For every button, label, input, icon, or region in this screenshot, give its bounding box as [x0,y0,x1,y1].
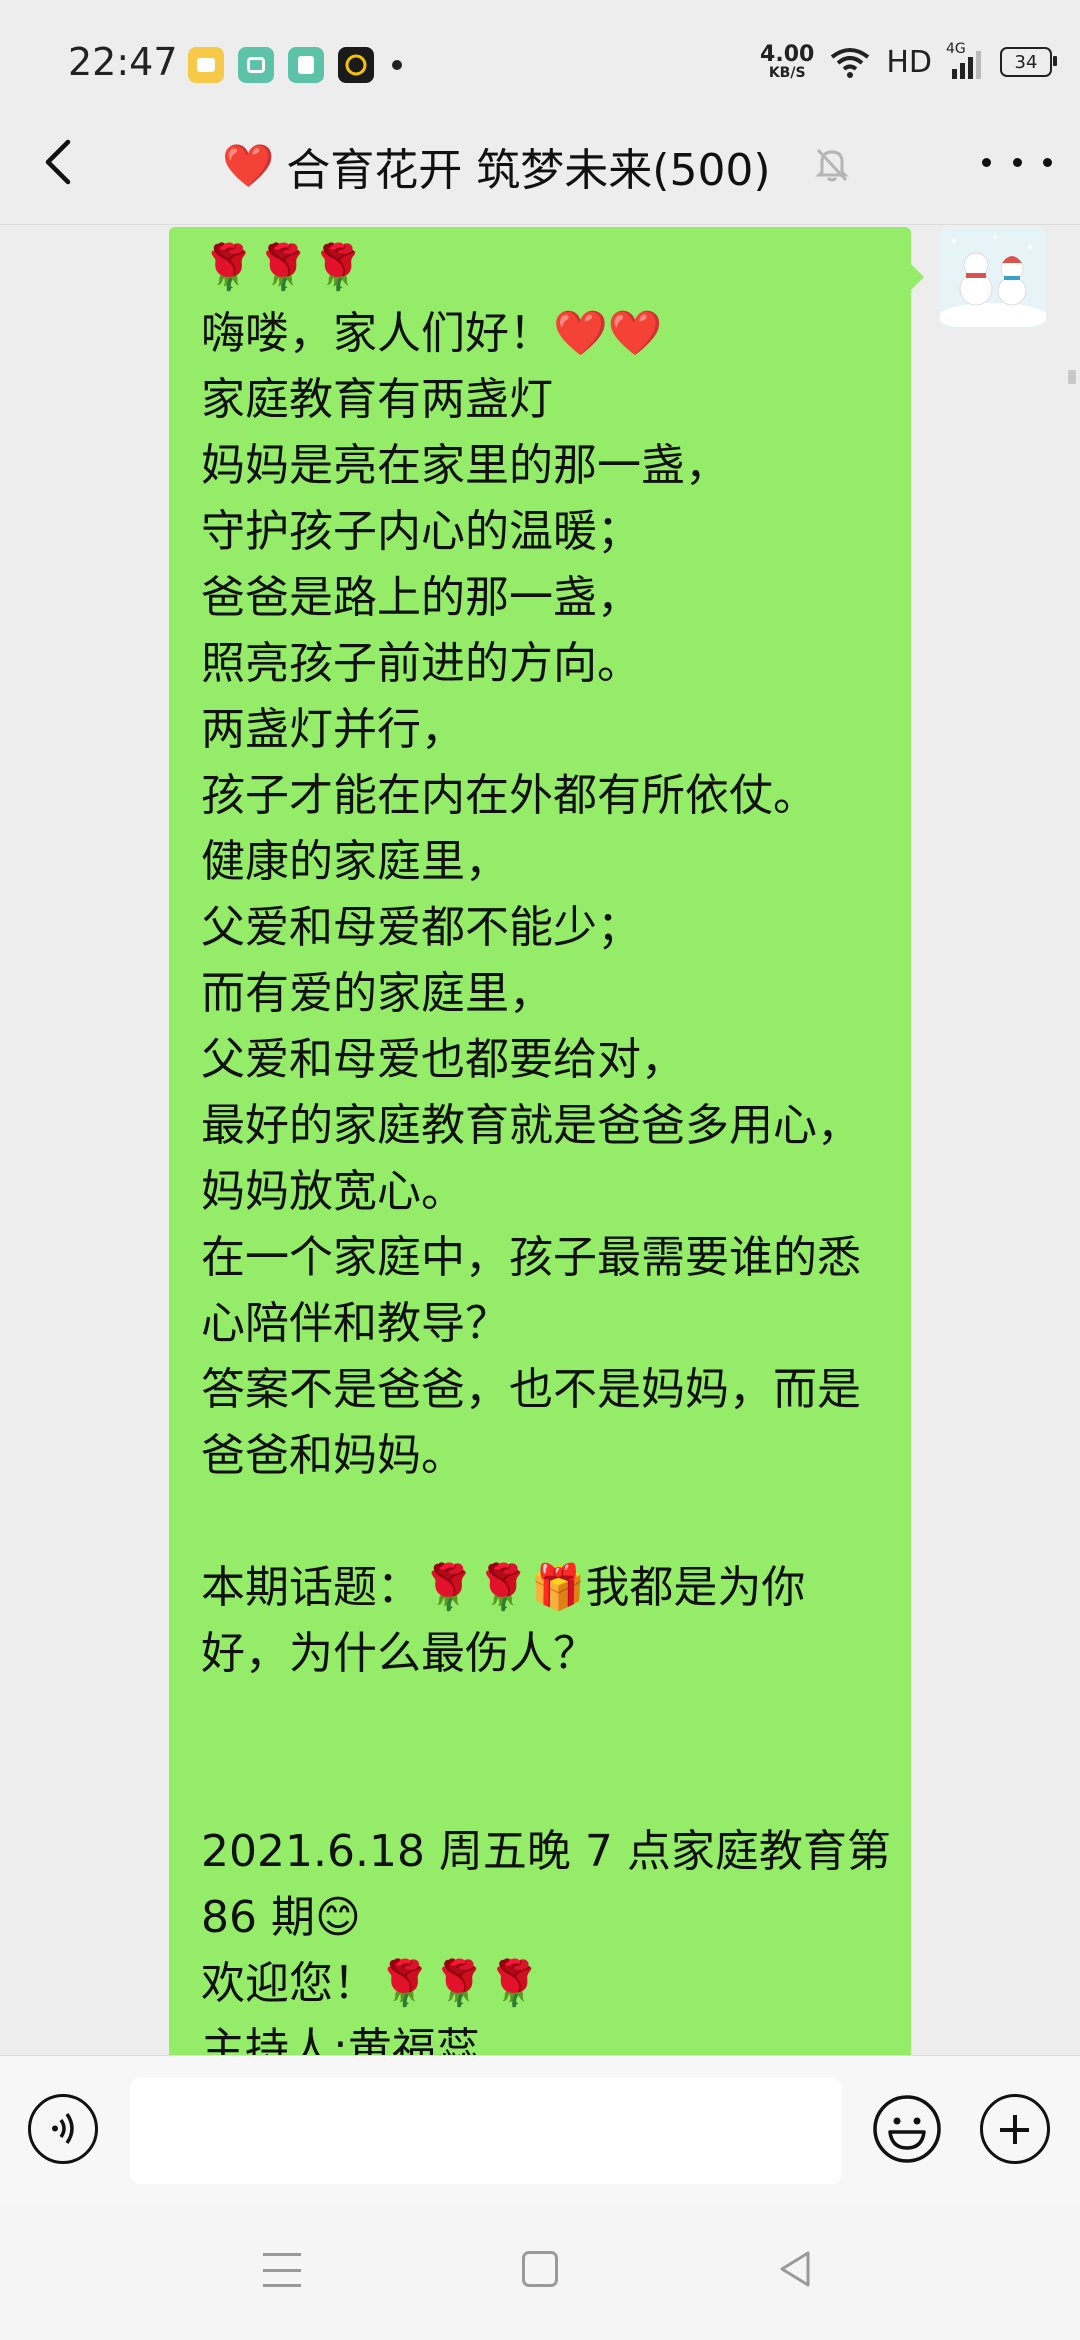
scroll-indicator[interactable] [1068,370,1076,384]
input-bar [0,2055,1080,2206]
emoji-button[interactable] [872,2094,942,2164]
home-button[interactable] [522,2251,558,2287]
avatar[interactable] [940,227,1046,327]
smiley-icon [873,2095,941,2163]
network-speed: 4.00 KB/S [760,42,815,81]
more-options-button[interactable] [982,140,1052,184]
message-bubble[interactable]: 🌹🌹🌹 嗨喽，家人们好！❤️❤️ 家庭教育有两盏灯 妈妈是亮在家里的那一盏， 守… [169,227,911,2055]
store-app-icon [288,47,324,83]
signal-icon: 4G [946,41,986,79]
network-speed-unit: KB/S [768,65,806,81]
voice-input-button[interactable] [28,2094,98,2164]
hd-indicator: HD [886,44,932,80]
dot-icon [1043,157,1052,167]
menu-line-icon [263,2284,301,2287]
gallery-app-icon [238,47,274,83]
system-status: 4.00 KB/S HD 4G 34 [760,41,1057,81]
recent-apps-button[interactable] [263,2253,301,2287]
snowman-avatar-icon [940,227,1046,327]
back-button[interactable] [30,130,90,194]
chevron-left-icon [45,139,71,185]
soul-app-icon [338,47,374,83]
chat-title: 合育花开 筑梦未来(500) [286,145,771,196]
system-nav-bar [0,2205,1080,2340]
battery-level: 34 [1014,51,1038,73]
more-actions-button[interactable] [980,2094,1050,2164]
wifi-icon [831,48,870,78]
bubble-tail [910,263,924,291]
notification-icons [188,47,402,83]
signal-label: 4G [946,41,966,57]
heart-emoji: ❤️ [222,141,275,190]
notes-app-icon [188,47,224,83]
status-time: 22:47 [68,40,178,84]
menu-line-icon [263,2268,301,2272]
menu-line-icon [263,2253,301,2256]
more-notifications-dot [392,60,402,70]
voice-icon [52,2113,74,2144]
battery-indicator: 34 [1000,47,1057,77]
chat-title-wrap: ❤️ 合育花开 筑梦未来(500) [222,134,771,198]
message-input[interactable] [130,2078,842,2184]
dot-icon [1012,157,1022,167]
dot-icon [982,157,991,167]
mute-bell-icon [815,148,849,182]
message-text: 🌹🌹🌹 嗨喽，家人们好！❤️❤️ 家庭教育有两盏灯 妈妈是亮在家里的那一盏， 守… [201,242,891,2055]
network-speed-value: 4.00 [760,42,815,67]
chat-header: ❤️ 合育花开 筑梦未来(500) [0,100,1080,225]
chat-area[interactable]: 🌹🌹🌹 嗨喽，家人们好！❤️❤️ 家庭教育有两盏灯 妈妈是亮在家里的那一盏， 守… [0,225,1080,2055]
nav-back-button[interactable] [776,2249,814,2289]
